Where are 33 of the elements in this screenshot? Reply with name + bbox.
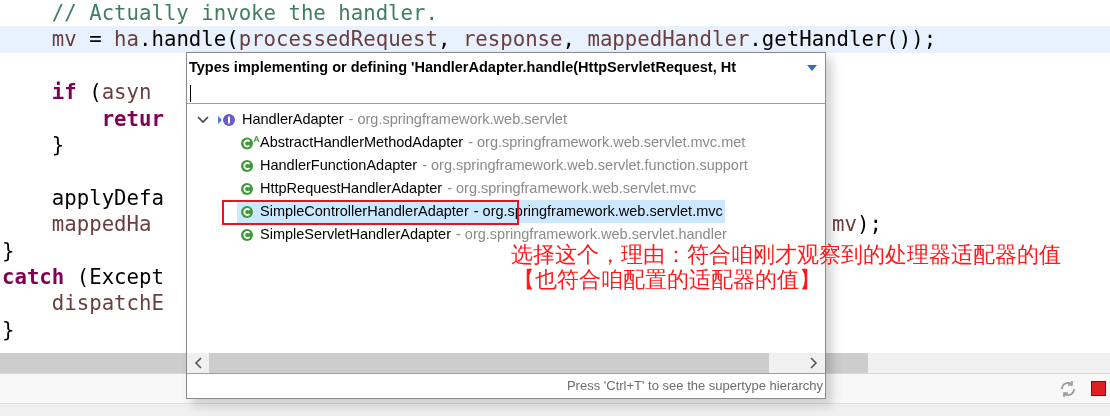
code-line: mv = ha.handle(processedRequest, response, mappedHandler.getHandler()); [50,26,937,53]
code-line: catch (Except [2,263,164,291]
annotation-text: 【也符合咱配置的适配器的值】 [513,267,821,292]
interface-icon [218,112,236,127]
abstract-class-icon [240,135,260,150]
class-icon [240,204,254,219]
chevron-down-icon[interactable] [197,115,209,124]
popup-title: Types implementing or defining 'HandlerAdapter.handle(HttpServletRequest, Ht [189,58,737,78]
chevron-right-icon[interactable] [810,357,818,369]
dropdown-icon[interactable] [807,65,817,71]
code-line: } [2,316,15,344]
scrollbar-thumb[interactable] [209,353,769,373]
sync-icon[interactable] [1059,379,1077,398]
class-icon [240,227,254,242]
code-line: } [50,131,65,159]
status-hint: Press 'Ctrl+T' to see the supertype hierarchy [566,377,823,396]
code-line: dispatchE [50,290,164,317]
chevron-left-icon[interactable] [194,357,202,369]
filter-field[interactable] [187,83,825,104]
code-line: retur [100,105,164,132]
code-line: mappedHa [50,211,152,238]
tree-item[interactable]: AbstractHandlerMethodAdapter - org.springframework.web.servlet.mvc.met [237,131,748,154]
class-icon [240,181,254,196]
code-line: mv); [832,211,882,238]
tree-item[interactable]: HttpRequestHandlerAdapter - org.springframework.web.servlet.mvc [237,177,699,200]
code-line: if (asyn [50,79,152,106]
code-line: applyDefa [50,184,164,212]
tree-item[interactable]: HandlerFunctionAdapter - org.springframework.web.servlet.function.support [237,154,750,177]
code-line: // Actually invoke the handler. [50,0,438,27]
class-icon [240,158,254,173]
annotation-text: 选择这个，理由：符合咱刚才观察到的处理器适配器的值 [511,242,1061,267]
tree-item[interactable]: HandlerAdapter - org.springframework.web.servlet [215,108,569,131]
code-line: } [2,237,15,264]
